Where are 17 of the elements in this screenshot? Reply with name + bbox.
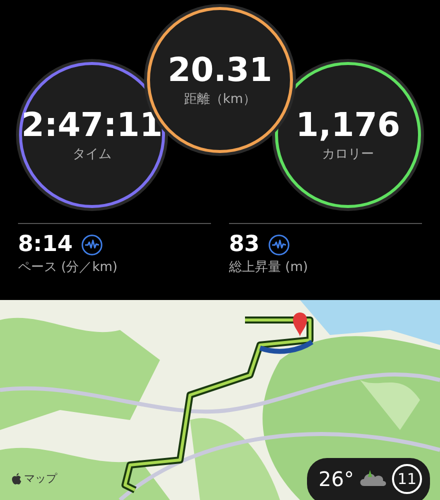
stat-label: カロリー — [322, 146, 374, 164]
apple-logo-icon — [12, 472, 22, 484]
stat-label: 距離（km） — [184, 91, 256, 108]
heart-rate-icon[interactable] — [80, 234, 103, 256]
weather-badge[interactable]: 26° 11 — [306, 458, 430, 500]
metric-value: 83 — [229, 232, 260, 258]
stat-value: 1,176 — [296, 106, 400, 144]
index-badge: 11 — [392, 464, 422, 494]
stat-value: 20.31 — [168, 52, 272, 88]
stat-value: 2:47:11 — [21, 106, 163, 144]
metric-label: 総上昇量 (m) — [229, 259, 309, 276]
temperature: 26° — [318, 467, 354, 491]
stat-label: タイム — [72, 146, 112, 164]
map-attribution: マップ — [24, 471, 57, 486]
metric-value: 8:14 — [18, 232, 73, 258]
metric-label: ペース (分／km) — [18, 259, 118, 276]
heart-rate-icon[interactable] — [268, 234, 290, 256]
